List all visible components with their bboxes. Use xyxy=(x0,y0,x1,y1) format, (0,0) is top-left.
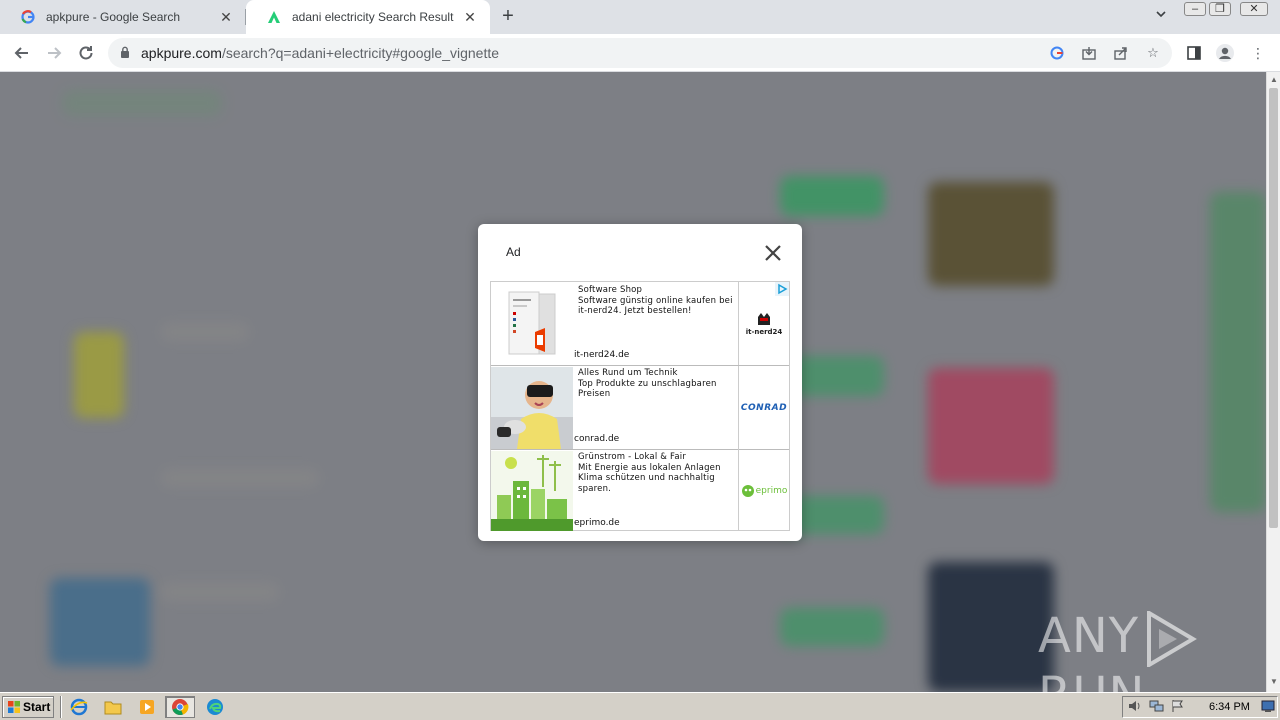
ad-copy: Software Shop Software günstig online ka… xyxy=(578,285,738,317)
eprimo-logo: eprimo xyxy=(738,450,789,531)
system-tray: 6:34 PM xyxy=(1122,696,1278,718)
close-tab-icon[interactable]: ✕ xyxy=(218,9,234,25)
ad-item[interactable]: Alles Rund um Technik Top Produkte zu un… xyxy=(491,366,789,450)
ad-copy: Alles Rund um Technik Top Produkte zu un… xyxy=(578,368,738,400)
action-center-flag-icon[interactable] xyxy=(1171,699,1185,716)
ad-image-vr-headset xyxy=(491,367,573,449)
ad-headline: Grünstrom - Lokal & Fair xyxy=(578,452,687,462)
show-desktop-icon[interactable] xyxy=(1261,700,1275,715)
close-window-button[interactable]: ✕ xyxy=(1240,2,1268,16)
ad-headline: Software Shop xyxy=(578,285,643,295)
side-panel-icon[interactable] xyxy=(1184,43,1204,63)
media-player-icon[interactable] xyxy=(132,696,162,718)
url-text: apkpure.com/search?q=adani+electricity#g… xyxy=(141,45,500,61)
ad-copy: Grünstrom - Lokal & Fair Mit Energie aus… xyxy=(578,452,738,494)
page-scrollbar[interactable]: ▲ ▼ xyxy=(1266,72,1280,692)
ad-image-green-city xyxy=(491,451,573,531)
ad-domain: it-nerd24.de xyxy=(574,350,630,360)
kebab-menu-icon[interactable]: ⋮ xyxy=(1248,43,1268,63)
internet-explorer-icon[interactable] xyxy=(64,696,94,718)
scrollbar-thumb[interactable] xyxy=(1269,88,1278,528)
conrad-logo: CONRAD xyxy=(738,366,789,450)
tab-title: adani electricity Search Result xyxy=(292,10,454,24)
ad-unit[interactable]: Software Shop Software günstig online ka… xyxy=(490,281,790,531)
lock-icon xyxy=(121,46,129,58)
windows-flag-icon xyxy=(8,701,20,713)
browser-toolbar: apkpure.com/search?q=adani+electricity#g… xyxy=(0,34,1280,72)
start-button[interactable]: Start xyxy=(2,696,54,718)
ad-domain: conrad.de xyxy=(574,434,620,444)
forward-arrow-icon[interactable] xyxy=(42,41,66,65)
ad-body: Mit Energie aus lokalen Anlagen Klima sc… xyxy=(578,462,721,494)
ad-image-software-box xyxy=(491,282,573,365)
dialog-title: Ad xyxy=(506,245,521,259)
share-icon[interactable] xyxy=(1112,44,1130,62)
edge-icon[interactable] xyxy=(200,696,230,718)
install-app-icon[interactable] xyxy=(1080,44,1098,62)
tab-apkpure-search[interactable]: adani electricity Search Result ✕ xyxy=(246,0,490,34)
ad-body: Software günstig online kaufen bei it-ne… xyxy=(578,295,733,317)
google-g-icon xyxy=(20,9,36,25)
it-nerd24-logo: it-nerd24 xyxy=(738,282,789,365)
volume-icon[interactable] xyxy=(1127,699,1143,716)
tab-google-search[interactable]: apkpure - Google Search ✕ xyxy=(0,0,246,34)
play-icon xyxy=(1147,611,1197,667)
network-icon[interactable] xyxy=(1149,699,1165,716)
profile-avatar-icon[interactable] xyxy=(1215,43,1235,63)
ad-headline: Alles Rund um Technik xyxy=(578,368,678,378)
close-tab-icon[interactable]: ✕ xyxy=(462,9,478,25)
ad-item[interactable]: Software Shop Software günstig online ka… xyxy=(491,282,789,366)
ad-item[interactable]: Grünstrom - Lokal & Fair Mit Energie aus… xyxy=(491,450,789,531)
ad-domain: eprimo.de xyxy=(574,518,620,528)
minimize-button[interactable]: – xyxy=(1184,2,1206,16)
file-explorer-icon[interactable] xyxy=(98,696,128,718)
clock[interactable]: 6:34 PM xyxy=(1209,701,1250,713)
reload-icon[interactable] xyxy=(74,41,98,65)
tab-title: apkpure - Google Search xyxy=(46,10,181,24)
restore-button[interactable]: ❐ xyxy=(1209,2,1231,16)
ad-vignette-dialog: Ad Software Shop Software günstig online… xyxy=(478,224,802,541)
close-icon[interactable] xyxy=(762,242,784,264)
address-bar[interactable]: apkpure.com/search?q=adani+electricity#g… xyxy=(108,38,1172,68)
new-tab-button[interactable]: + xyxy=(498,6,518,27)
back-arrow-icon[interactable] xyxy=(10,41,34,65)
tab-strip: apkpure - Google Search ✕ adani electric… xyxy=(0,0,1280,34)
chevron-down-icon[interactable] xyxy=(1152,8,1170,26)
apkpure-icon xyxy=(266,9,282,25)
google-lens-g-icon[interactable] xyxy=(1048,44,1066,62)
bookmark-star-icon[interactable]: ☆ xyxy=(1144,44,1162,62)
chrome-icon[interactable] xyxy=(165,696,195,718)
ad-body: Top Produkte zu unschlagbaren Preisen xyxy=(578,378,717,400)
scroll-up-arrow[interactable]: ▲ xyxy=(1269,74,1279,86)
windows-taskbar: Start 6:34 PM xyxy=(0,692,1280,720)
